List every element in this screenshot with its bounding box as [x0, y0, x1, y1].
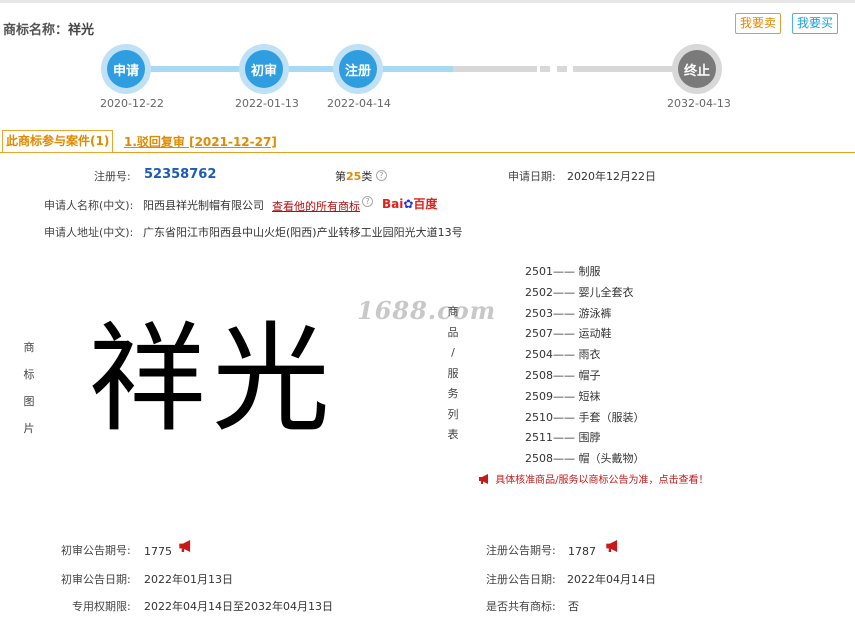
prelim-no-value: 1775 [144, 545, 172, 558]
sell-button[interactable]: 我要卖 [735, 13, 782, 34]
label-char: 品 [447, 325, 459, 339]
help-icon[interactable]: ? [362, 196, 373, 207]
label-char: / [451, 346, 455, 359]
progress-track-done [125, 66, 453, 72]
progress-step-label: 终止 [678, 50, 716, 88]
exclusive-term-label: 专用权期限: [72, 600, 131, 613]
class-suffix: 类 [361, 170, 373, 183]
progress-date: 2032-04-13 [667, 97, 731, 110]
label-char: 图 [23, 395, 35, 408]
goods-item: 2510—— 手套（服装） [525, 411, 645, 424]
label-char: 商 [447, 305, 459, 318]
progress-step-label: 申请 [107, 50, 145, 88]
reg-pub-no-label: 注册公告期号: [486, 544, 556, 557]
reg-pub-date-value: 2022年04月14日 [567, 573, 656, 586]
paw-icon: ✿ [403, 197, 414, 211]
page-title: 商标名称：祥光 [3, 19, 94, 38]
apply-date-label: 申请日期: [508, 170, 556, 183]
prelim-date-label: 初审公告日期: [61, 573, 131, 586]
class-number: 第25类 ? [335, 168, 387, 184]
megaphone-icon[interactable] [605, 540, 622, 552]
reg-no-label: 注册号: [94, 170, 131, 183]
progress-date: 2022-04-14 [327, 97, 391, 110]
buy-button[interactable]: 我要买 [792, 13, 839, 34]
goods-item: 2507—— 运动鞋 [525, 327, 612, 340]
label-char: 商 [23, 341, 35, 354]
label-char: 服 [447, 366, 459, 380]
top-border [0, 0, 855, 3]
case-tab[interactable]: 此商标参与案件(1) [2, 130, 114, 153]
goods-notice-link[interactable]: 具体核准商品/服务以商标公告为准，点击查看！ [478, 471, 709, 486]
goods-item: 2504—— 雨衣 [525, 348, 601, 361]
label-char: 务 [447, 387, 459, 400]
megaphone-icon [479, 474, 488, 484]
prelim-date-value: 2022年01月13日 [144, 573, 233, 586]
progress-track-gap-dot [540, 66, 550, 72]
image-section-label: 商 标 图 片 [22, 334, 36, 442]
baidu-logo-text: 百度 [413, 197, 438, 211]
label-char: 表 [447, 428, 459, 441]
reg-no-value: 52358762 [144, 167, 217, 182]
case-link[interactable]: 1.驳回复审 [2021-12-27] [124, 133, 277, 150]
progress-step-register: 注册 [333, 44, 383, 94]
goods-item: 2508—— 帽（头戴物） [525, 452, 645, 465]
progress-step-apply: 申请 [101, 44, 151, 94]
progress-track-pending [453, 66, 537, 72]
goods-item: 2501—— 制服 [525, 265, 601, 278]
class-num: 25 [346, 170, 362, 183]
goods-item: 2511—— 围脖 [525, 431, 601, 444]
apply-date-value: 2020年12月22日 [567, 170, 656, 183]
help-icon[interactable]: ? [375, 170, 387, 181]
megaphone-icon[interactable] [178, 540, 195, 552]
goods-item: 2509—— 短袜 [525, 390, 601, 403]
progress-date: 2022-01-13 [235, 97, 299, 110]
exclusive-term-value: 2022年04月14日至2032年04月13日 [144, 600, 333, 613]
progress-date: 2020-12-22 [100, 97, 164, 110]
applicant-all-marks-link[interactable]: 查看他的所有商标 [272, 198, 360, 214]
prelim-no-label: 初审公告期号: [61, 544, 131, 557]
address-value: 广东省阳江市阳西县中山火炬(阳西)产业转移工业园阳光大道13号 [143, 226, 463, 239]
address-label: 申请人地址(中文): [44, 226, 134, 239]
shared-mark-value: 否 [568, 600, 579, 613]
baidu-logo-text: Bai [382, 197, 404, 211]
applicant-value: 阳西县祥光制帽有限公司 [143, 199, 264, 212]
title-label: 商标名称： [3, 23, 69, 38]
label-char: 列 [447, 407, 459, 421]
progress-track-gap-dot [557, 66, 567, 72]
progress-step-end: 终止 [672, 44, 722, 94]
reg-pub-date-label: 注册公告日期: [486, 573, 556, 586]
progress-step-label: 初审 [245, 50, 283, 88]
progress-step-prelim: 初审 [239, 44, 289, 94]
label-char: 标 [23, 368, 35, 381]
progress-step-label: 注册 [339, 50, 377, 88]
reg-pub-no-value: 1787 [568, 545, 596, 558]
class-prefix: 第 [335, 170, 346, 183]
watermark: 1688.com [357, 296, 497, 325]
label-char: 片 [23, 422, 35, 435]
shared-mark-label: 是否共有商标: [486, 600, 556, 613]
trademark-image: 祥光 [88, 310, 337, 448]
case-tab-underline [0, 152, 855, 153]
applicant-label: 申请人名称(中文): [44, 199, 134, 212]
goods-item: 2502—— 婴儿全套衣 [525, 286, 634, 299]
trademark-name: 祥光 [68, 23, 95, 38]
goods-item: 2503—— 游泳裤 [525, 307, 612, 320]
baidu-search-link[interactable]: Bai✿百度 [382, 195, 437, 212]
goods-section-label: 商 品 / 服 务 列 表 [446, 302, 460, 446]
goods-item: 2508—— 帽子 [525, 369, 601, 382]
goods-notice-text: 具体核准商品/服务以商标公告为准，点击查看！ [495, 475, 709, 486]
